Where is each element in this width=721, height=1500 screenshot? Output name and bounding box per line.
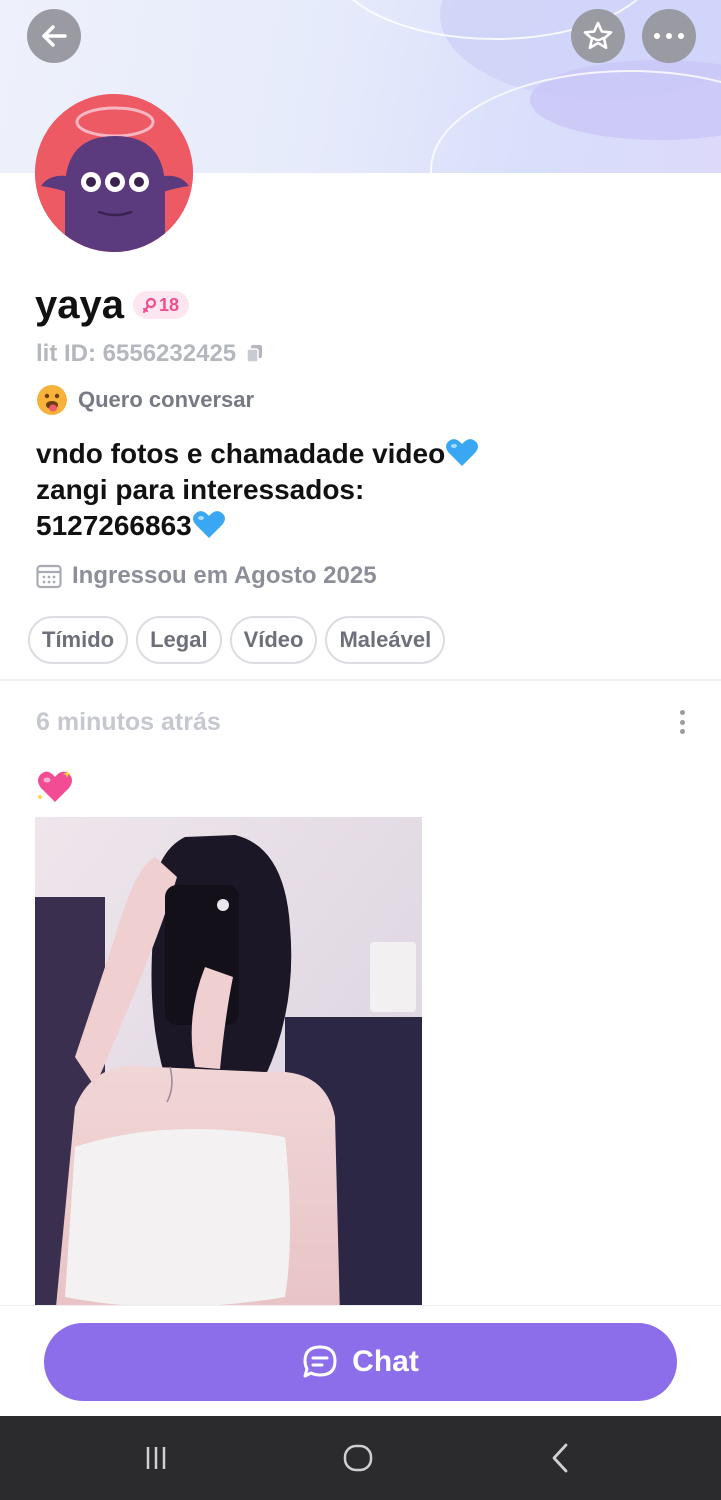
joined-date: Ingressou em Agosto 2025 <box>36 562 377 590</box>
banner-decoration <box>430 70 721 173</box>
section-divider <box>0 679 721 681</box>
bottom-action-bar: Chat <box>0 1305 721 1416</box>
favorite-button[interactable] <box>571 9 625 63</box>
selfie-photo-image <box>35 817 422 1317</box>
bio-text: zangi para interessados: <box>36 474 365 505</box>
personality-tags: Tímido Legal Vídeo Maleável <box>28 616 446 664</box>
more-horizontal-icon <box>654 33 684 39</box>
profile-name: yaya <box>35 283 124 327</box>
bio-text: vndo fotos e chamadade video <box>36 438 446 469</box>
monster-avatar-image <box>35 94 193 252</box>
mood-status: Quero conversar <box>36 384 254 416</box>
back-button[interactable] <box>27 9 81 63</box>
sparkling-heart-icon <box>37 770 72 802</box>
recent-apps-icon <box>146 1447 166 1469</box>
joined-text: Ingressou em Agosto 2025 <box>72 562 377 589</box>
age-badge: 18 <box>133 291 189 319</box>
more-options-button[interactable] <box>642 9 696 63</box>
chevron-left-icon <box>552 1443 568 1473</box>
recent-apps-button[interactable] <box>136 1438 176 1478</box>
mood-text: Quero conversar <box>78 387 255 412</box>
more-vertical-icon <box>679 710 685 715</box>
post-photo[interactable] <box>35 817 422 1317</box>
lit-id-text: lit ID: 6556232425 <box>36 340 237 367</box>
tag-maleavel[interactable]: Maleável <box>325 616 446 664</box>
copy-icon[interactable] <box>246 344 264 364</box>
chat-button[interactable]: Chat <box>44 1323 677 1401</box>
female-gender-icon <box>142 297 157 313</box>
home-button[interactable] <box>338 1438 378 1478</box>
calendar-icon <box>36 564 62 589</box>
chat-bubble-icon <box>303 1345 337 1378</box>
avatar[interactable] <box>35 94 193 252</box>
arrow-left-icon <box>42 25 67 47</box>
home-icon <box>343 1444 373 1472</box>
star-icon <box>583 21 613 49</box>
post-more-button[interactable] <box>672 710 692 734</box>
blue-heart-icon <box>446 439 479 466</box>
bio-text: 5127266863 <box>36 510 192 541</box>
post-timestamp: 6 minutos atrás <box>36 708 221 736</box>
system-back-button[interactable] <box>540 1438 580 1478</box>
lit-id-row[interactable]: lit ID: 6556232425 <box>36 340 264 368</box>
chat-button-label: Chat <box>352 1345 419 1378</box>
tag-timido[interactable]: Tímido <box>28 616 129 664</box>
profile-bio: vndo fotos e chamadade video zangi para … <box>36 436 676 544</box>
system-navigation-bar <box>0 1416 721 1500</box>
bio-line: 5127266863 <box>36 508 676 544</box>
bio-line: zangi para interessados: <box>36 472 676 508</box>
bio-line: vndo fotos e chamadade video <box>36 436 676 472</box>
tag-legal[interactable]: Legal <box>136 616 222 664</box>
blue-heart-icon <box>192 511 225 538</box>
tag-video[interactable]: Vídeo <box>229 616 318 664</box>
tongue-out-emoji-icon <box>37 385 67 415</box>
age-value: 18 <box>158 294 180 315</box>
